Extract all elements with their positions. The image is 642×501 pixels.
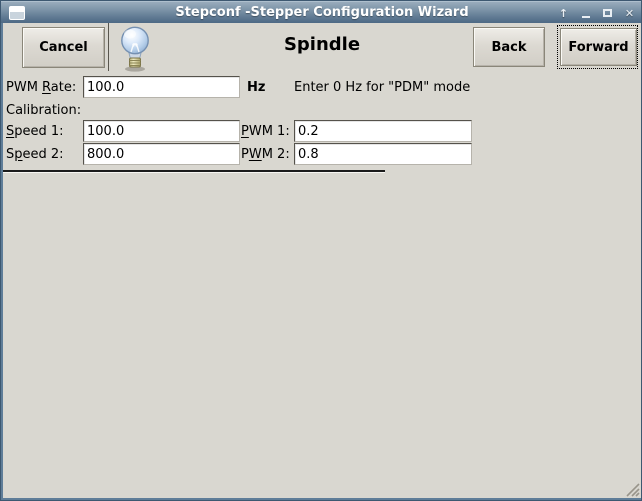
back-button[interactable]: Back: [473, 27, 545, 67]
page-title: Spindle: [3, 34, 641, 55]
speed1-input[interactable]: [83, 120, 240, 142]
pwm-rate-label: PWM Rate:: [6, 80, 76, 95]
pwm2-input[interactable]: [294, 143, 472, 165]
speed1-label: Speed 1:: [6, 124, 64, 139]
pwm1-input[interactable]: [294, 120, 472, 142]
pwm2-label: PWM 2:: [241, 147, 290, 162]
calibration-label: Calibration:: [6, 103, 81, 118]
resize-grip-icon[interactable]: [623, 480, 640, 497]
window-controls: ↑ ✕: [556, 2, 637, 24]
stepconf-window: Stepconf -Stepper Configuration Wizard ↑…: [0, 0, 642, 501]
titlebar[interactable]: Stepconf -Stepper Configuration Wizard ↑…: [1, 1, 642, 23]
close-icon[interactable]: ✕: [622, 4, 637, 22]
pwm-rate-input[interactable]: [83, 76, 240, 98]
speed2-input[interactable]: [83, 143, 240, 165]
shade-icon[interactable]: ↑: [556, 4, 571, 22]
forward-focus-ring: Forward: [557, 25, 638, 69]
minimize-icon[interactable]: [578, 4, 593, 22]
window-title: Stepconf -Stepper Configuration Wizard: [1, 2, 642, 24]
wizard-content: Cancel: [3, 23, 641, 498]
speed2-label: Speed 2:: [6, 147, 64, 162]
forward-button[interactable]: Forward: [560, 28, 637, 66]
pwm1-label: PWM 1:: [241, 124, 290, 139]
pdm-hint-label: Enter 0 Hz for "PDM" mode: [294, 80, 470, 95]
hz-unit-label: Hz: [247, 80, 265, 95]
section-separator: [3, 170, 385, 173]
maximize-icon[interactable]: [600, 4, 615, 22]
